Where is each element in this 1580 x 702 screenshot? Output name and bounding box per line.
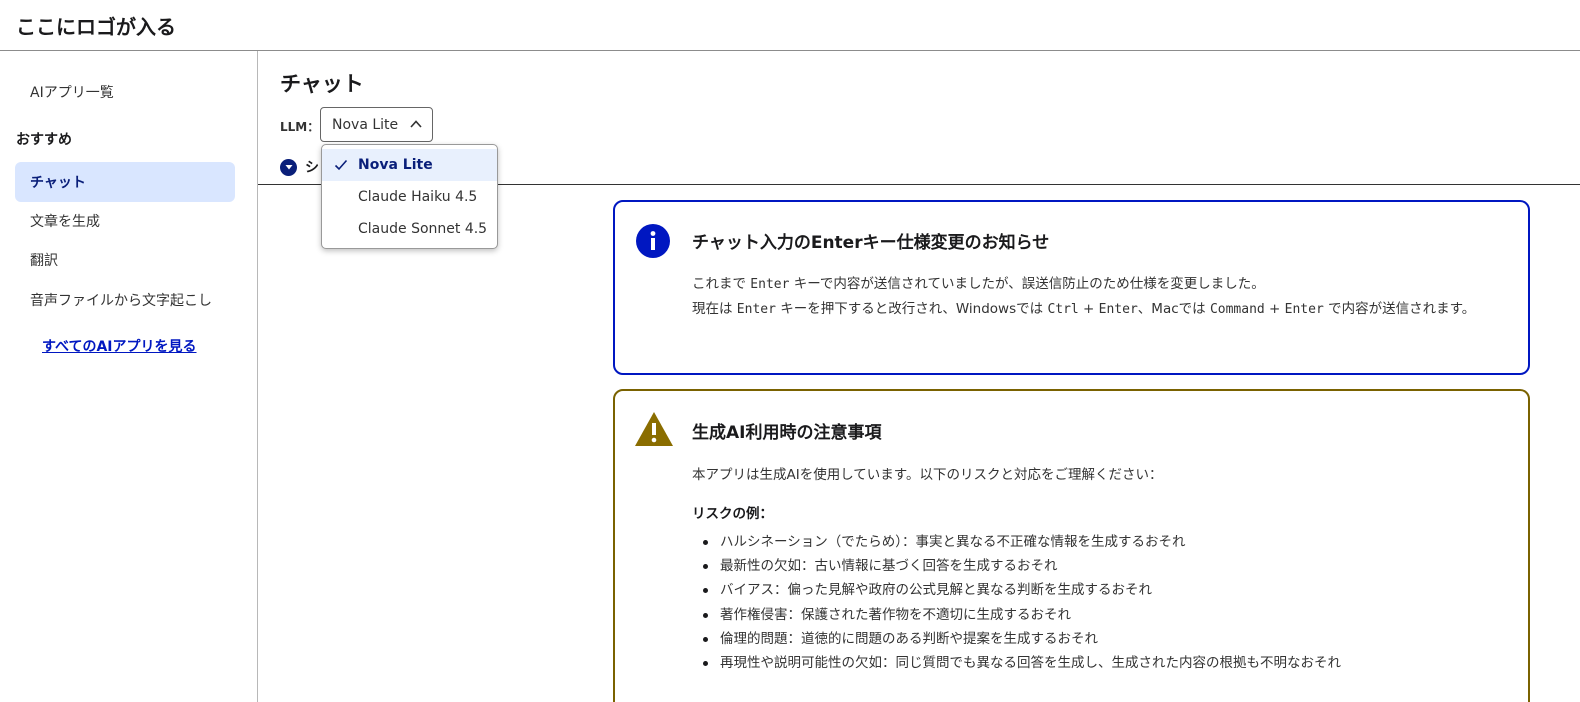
llm-option-label: Claude Sonnet 4.5 xyxy=(358,221,488,237)
all-apps-link[interactable]: すべてのAIアプリを見る xyxy=(42,336,197,356)
key-enter: Enter xyxy=(750,277,790,292)
ai-usage-warning: 生成AI利用時の注意事項 本アプリは生成AIを使用しています。以下のリスクと対応… xyxy=(613,389,1530,702)
llm-option-label: Nova Lite xyxy=(358,157,433,173)
warning-triangle-icon xyxy=(635,412,673,446)
sidebar-item-label: 音声ファイルから文字起こし xyxy=(30,293,212,309)
sidebar: AIアプリ一覧 おすすめ チャット 文章を生成 翻訳 音声ファイルから文字起こし… xyxy=(0,51,258,702)
sidebar-item-label: 翻訳 xyxy=(30,253,58,269)
sidebar-item-transcribe[interactable]: 音声ファイルから文字起こし xyxy=(15,280,235,320)
sidebar-item-app-list[interactable]: AIアプリ一覧 xyxy=(30,82,114,102)
key-enter: Enter xyxy=(1098,302,1138,317)
llm-select[interactable]: Nova Lite xyxy=(320,107,433,142)
list-item: 著作権侵害：保護された著作物を不適切に生成するおそれ xyxy=(692,603,1341,627)
llm-option-claude-haiku[interactable]: Claude Haiku 4.5 xyxy=(322,181,497,213)
sidebar-item-generate-text[interactable]: 文章を生成 xyxy=(15,201,235,241)
check-icon xyxy=(334,159,348,171)
list-item: 倫理的問題：道徳的に問題のある判断や提案を生成するおそれ xyxy=(692,627,1341,651)
key-enter: Enter xyxy=(736,302,776,317)
sidebar-item-label: チャット xyxy=(30,175,86,191)
sidebar-item-translate[interactable]: 翻訳 xyxy=(15,240,235,280)
key-command: Command xyxy=(1209,302,1265,317)
llm-option-nova-lite[interactable]: Nova Lite xyxy=(322,149,497,181)
sidebar-section-heading: おすすめ xyxy=(16,132,72,148)
llm-select-value: Nova Lite xyxy=(332,116,399,133)
llm-option-claude-sonnet[interactable]: Claude Sonnet 4.5 xyxy=(322,213,497,245)
sidebar-item-label: 文章を生成 xyxy=(30,214,100,230)
risk-heading: リスクの例： xyxy=(692,506,773,522)
logo[interactable]: ここにロゴが入る xyxy=(16,11,176,40)
notice-body: これまで Enter キーで内容が送信されていましたが、誤送信防止のため仕様を変… xyxy=(692,272,1512,322)
list-item: 最新性の欠如：古い情報に基づく回答を生成するおそれ xyxy=(692,554,1341,578)
risk-list: ハルシネーション（でたらめ）：事実と異なる不正確な情報を生成するおそれ 最新性の… xyxy=(692,530,1341,675)
warning-title: 生成AI利用時の注意事項 xyxy=(692,423,882,443)
key-enter: Enter xyxy=(1284,302,1324,317)
key-ctrl: Ctrl xyxy=(1047,302,1079,317)
llm-dropdown-menu: Nova Lite Claude Haiku 4.5 Claude Sonnet… xyxy=(321,144,498,249)
sidebar-item-chat[interactable]: チャット xyxy=(15,162,235,202)
llm-label: LLM： xyxy=(280,120,320,134)
notice-line-2: 現在は Enter キーを押下すると改行され、Windowsでは Ctrl + … xyxy=(692,301,1476,317)
system-prompt-toggle[interactable]: シ xyxy=(280,157,319,177)
notice-line-1: これまで Enter キーで内容が送信されていましたが、誤送信防止のため仕様を変… xyxy=(692,276,1265,292)
warning-intro: 本アプリは生成AIを使用しています。以下のリスクと対応をご理解ください： xyxy=(692,467,1163,483)
app-header: ここにロゴが入る xyxy=(0,0,1580,51)
list-item: 再現性や説明可能性の欠如：同じ質問でも異なる回答を生成し、生成された内容の根拠も… xyxy=(692,651,1341,675)
llm-option-label: Claude Haiku 4.5 xyxy=(358,189,478,205)
info-icon xyxy=(636,224,670,258)
enter-key-notice: チャット入力のEnterキー仕様変更のお知らせ これまで Enter キーで内容… xyxy=(613,200,1530,375)
system-prompt-toggle-label: シ xyxy=(305,160,319,176)
chevron-down-circle-icon xyxy=(280,158,297,176)
chevron-up-icon xyxy=(410,120,422,128)
page-title: チャット xyxy=(280,72,364,96)
notice-title: チャット入力のEnterキー仕様変更のお知らせ xyxy=(692,233,1050,253)
list-item: ハルシネーション（でたらめ）：事実と異なる不正確な情報を生成するおそれ xyxy=(692,530,1341,554)
list-item: バイアス：偏った見解や政府の公式見解と異なる判断を生成するおそれ xyxy=(692,578,1341,602)
